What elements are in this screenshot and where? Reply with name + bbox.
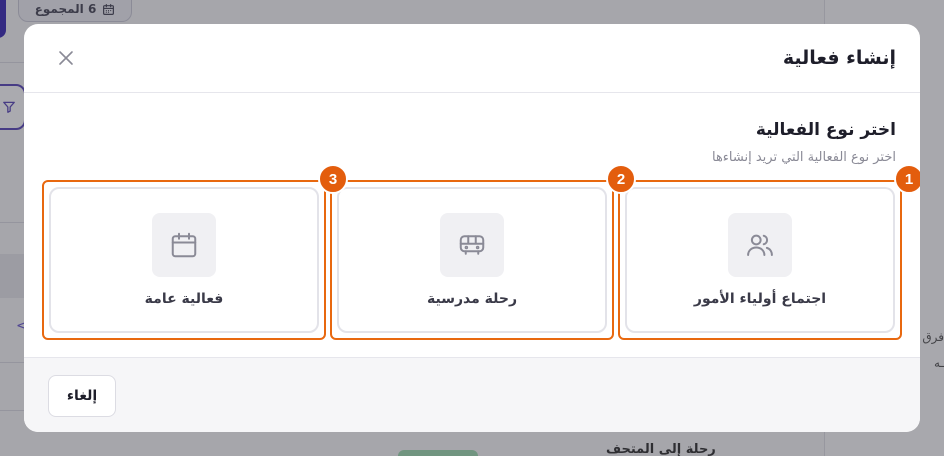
step-badge: 3 bbox=[318, 164, 348, 194]
create-event-modal: إنشاء فعالية اختر نوع الفعالية اختر نوع … bbox=[24, 24, 920, 432]
highlight-outline: رحلة مدرسية bbox=[330, 180, 614, 340]
event-type-card-school-trip[interactable]: رحلة مدرسية bbox=[337, 187, 607, 333]
modal-footer: إلغاء bbox=[24, 357, 920, 432]
highlight-outline: فعالية عامة bbox=[42, 180, 326, 340]
card-icon-box bbox=[728, 213, 792, 277]
step-badge: 1 bbox=[894, 164, 920, 194]
highlight-outline: اجتماع أولياء الأمور bbox=[618, 180, 902, 340]
modal-header: إنشاء فعالية bbox=[24, 24, 920, 93]
card-label: فعالية عامة bbox=[144, 291, 224, 307]
event-type-card-parents-meeting[interactable]: اجتماع أولياء الأمور bbox=[625, 187, 895, 333]
section-subtitle: اختر نوع الفعالية التي تريد إنشاءها bbox=[711, 150, 896, 165]
event-type-options: فعالية عامة رحلة مدرسية اجتماع أولياء ال… bbox=[42, 164, 920, 340]
card-icon-box bbox=[152, 213, 216, 277]
close-button[interactable] bbox=[52, 44, 80, 72]
modal-title: إنشاء فعالية bbox=[782, 47, 896, 69]
event-type-card-general[interactable]: فعالية عامة bbox=[49, 187, 319, 333]
section-title: اختر نوع الفعالية bbox=[755, 120, 896, 140]
card-label: اجتماع أولياء الأمور bbox=[693, 291, 827, 307]
close-icon bbox=[59, 51, 73, 65]
cancel-button[interactable]: إلغاء bbox=[48, 375, 116, 417]
users-icon bbox=[747, 234, 773, 256]
calendar-icon bbox=[171, 232, 197, 258]
card-icon-box bbox=[440, 213, 504, 277]
card-label: رحلة مدرسية bbox=[426, 291, 517, 307]
bus-icon bbox=[459, 235, 485, 255]
step-badge: 2 bbox=[606, 164, 636, 194]
